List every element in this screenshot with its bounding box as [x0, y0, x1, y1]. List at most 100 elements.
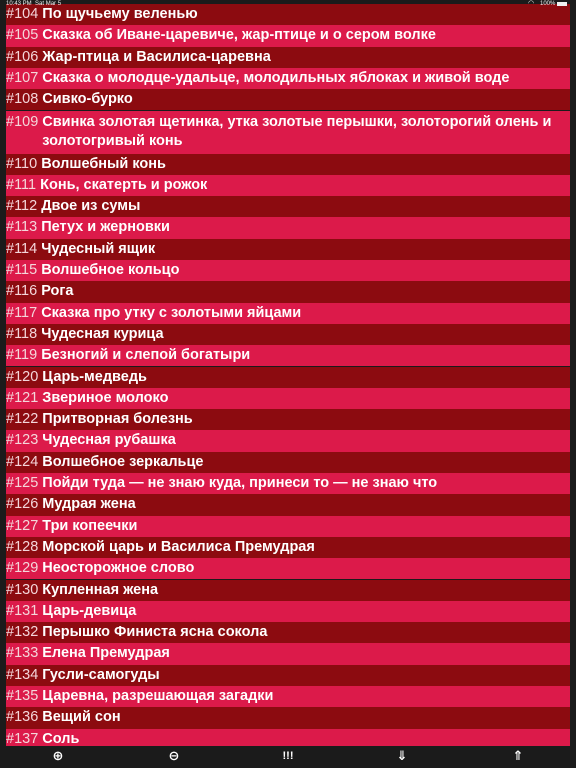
item-title: Мудрая жена — [42, 496, 136, 513]
list-item[interactable]: #114 Чудесный ящик — [6, 238, 570, 260]
list-item[interactable]: #108 Сивко-бурко — [6, 89, 570, 111]
item-title: Сказка о молодце-удальце, молодильных яб… — [42, 69, 510, 86]
zoom-out-icon[interactable]: ⊖ — [162, 746, 186, 768]
item-title: Три копеечки — [42, 517, 138, 534]
list-item[interactable]: #109 Свинка золотая щетинка, утка золотые… — [6, 110, 570, 154]
item-number: #119 — [6, 347, 38, 364]
item-title: Неосторожное слово — [42, 560, 195, 577]
item-title: Сказка об Иване-царевиче, жар-птице и о … — [42, 27, 436, 44]
item-title: Волшебное зеркальце — [42, 453, 204, 470]
item-title: Звериное молоко — [42, 389, 169, 406]
item-title: Вещий сон — [42, 709, 121, 726]
list-item[interactable]: #135 Царевна, разрешающая загадки — [6, 686, 570, 708]
list-item[interactable]: #133 Елена Премудрая — [6, 643, 570, 665]
list-item[interactable]: #122 Притворная болезнь — [6, 409, 570, 431]
item-number: #126 — [6, 496, 39, 513]
item-number: #108 — [6, 91, 39, 108]
list-item[interactable]: #121 Звериное молоко — [6, 387, 570, 410]
list-item[interactable]: #128 Морской царь и Василиса Премудрая — [6, 536, 570, 559]
item-title: Притворная болезнь — [42, 411, 193, 428]
menu-button[interactable]: !!! — [276, 746, 300, 768]
item-number: #105 — [6, 27, 39, 44]
item-title: Сивко-бурко — [42, 91, 133, 108]
item-number: #118 — [6, 325, 38, 342]
list-item[interactable]: #106 Жар-птица и Василиса-царевна — [6, 46, 570, 68]
list-item[interactable]: #126 Мудрая жена — [6, 494, 570, 516]
bottom-toolbar: ⊕ ⊖ !!! ⇓ ⇑ — [0, 746, 576, 768]
list-item[interactable]: #107 Сказка о молодце-удальце, молодильны… — [6, 67, 570, 90]
list-item[interactable]: #116 Рога — [6, 281, 570, 303]
list-item[interactable]: #120 Царь-медведь — [6, 366, 570, 388]
list-item[interactable]: #137 Соль — [6, 728, 570, 746]
item-number: #121 — [6, 389, 39, 406]
list-item[interactable]: #125 Пойди туда — не знаю куда, принеси т… — [6, 473, 570, 495]
item-number: #113 — [6, 219, 38, 236]
item-number: #135 — [6, 688, 39, 704]
item-number: #112 — [6, 198, 38, 215]
list-item[interactable]: #110 Волшебный конь — [6, 153, 570, 175]
item-title: Жар-птица и Василиса-царевна — [42, 48, 271, 65]
item-title: Царь-девица — [42, 602, 137, 619]
list-item[interactable]: #132 Перышко Финиста ясна сокола — [6, 622, 570, 644]
battery-percent: 100% — [540, 1, 556, 7]
item-number: #124 — [6, 453, 39, 470]
item-number: #116 — [6, 283, 38, 300]
item-number: #131 — [6, 602, 39, 619]
list-item[interactable]: #117 Сказка про утку с золотыми яйцами — [6, 302, 570, 324]
item-number: #130 — [6, 581, 39, 598]
item-title: Царевна, разрешающая загадки — [42, 688, 274, 704]
list-item[interactable]: #119 Безногий и слепой богатыри — [6, 345, 570, 367]
tale-list[interactable]: #104 По щучьему веленью #105 Сказка об Иван… — [6, 0, 570, 746]
item-number: #133 — [6, 645, 39, 662]
item-number: #110 — [6, 155, 38, 172]
item-number: #134 — [6, 666, 39, 683]
list-item[interactable]: #130 Купленная жена — [6, 579, 570, 601]
item-title: Сказка про утку с золотыми яйцами — [41, 304, 302, 321]
item-title: По щучьему веленью — [42, 6, 198, 22]
item-number: #136 — [6, 709, 39, 726]
item-number: #137 — [6, 730, 39, 746]
item-number: #123 — [6, 432, 39, 449]
item-number: #129 — [6, 560, 39, 577]
wifi-icon: ◠ — [528, 0, 535, 7]
item-number: #109 — [6, 113, 39, 130]
item-number: #115 — [6, 262, 38, 278]
item-title: Пойди туда — не знаю куда, принеси то — … — [42, 475, 438, 491]
list-item[interactable]: #127 Три копеечки — [6, 515, 570, 537]
item-title: Царь-медведь — [42, 368, 147, 385]
battery-icon — [557, 2, 567, 6]
list-item[interactable]: #136 Вещий сон — [6, 707, 570, 729]
item-number: #120 — [6, 368, 39, 385]
status-bar: 10:43 PM Sat Mar 5 ◠ 100% — [0, 0, 576, 8]
list-item[interactable]: #113 Петух и жерновки — [6, 217, 570, 239]
list-item[interactable]: #115 Волшебное кольцо — [6, 260, 570, 282]
item-title: Конь, скатерть и рожок — [40, 176, 208, 193]
item-title: Волшебный конь — [41, 155, 166, 172]
item-number: #122 — [6, 411, 39, 428]
item-title: Гусли-самогуды — [42, 666, 160, 683]
scroll-up-icon[interactable]: ⇑ — [506, 746, 530, 768]
item-title: Перышко Финиста ясна сокола — [42, 624, 268, 641]
list-item[interactable]: #124 Волшебное зеркальце — [6, 451, 570, 473]
item-title: Чудесная рубашка — [42, 432, 176, 449]
item-number: #107 — [6, 69, 39, 86]
list-item[interactable]: #134 Гусли-самогуды — [6, 664, 570, 686]
list-item[interactable]: #131 Царь-девица — [6, 600, 570, 623]
status-time: 10:43 PM Sat Mar 5 — [6, 1, 62, 7]
zoom-in-icon[interactable]: ⊕ — [46, 746, 70, 768]
list-item[interactable]: #105 Сказка об Иване-царевиче, жар-птице … — [6, 25, 570, 47]
item-title: Двое из сумы — [41, 198, 141, 215]
item-title: Купленная жена — [42, 581, 159, 598]
list-item[interactable]: #129 Неосторожное слово — [6, 558, 570, 580]
scroll-down-icon[interactable]: ⇓ — [390, 746, 414, 768]
item-number: #114 — [6, 240, 38, 257]
list-item[interactable]: #123 Чудесная рубашка — [6, 430, 570, 452]
list-item[interactable]: #118 Чудесная курица — [6, 323, 570, 346]
list-item[interactable]: #111 Конь, скатерть и рожок — [6, 174, 570, 197]
item-number: #125 — [6, 475, 39, 491]
item-number: #117 — [6, 304, 38, 321]
item-number: #106 — [6, 48, 39, 65]
item-title: Петух и жерновки — [41, 219, 170, 236]
item-title: Свинка золотая щетинка, утка золотые пер… — [42, 113, 552, 149]
list-item[interactable]: #112 Двое из сумы — [6, 196, 570, 218]
